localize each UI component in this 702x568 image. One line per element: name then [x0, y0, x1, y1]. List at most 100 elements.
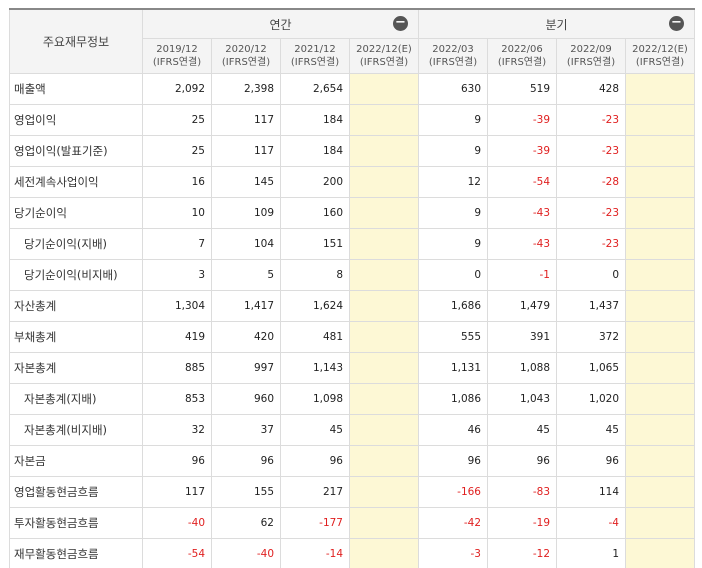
table-cell — [625, 228, 695, 260]
row-label: 영업이익 — [9, 104, 143, 136]
table-row: 자본총계(지배) 853 960 1,098 1,086 1,043 1,020 — [9, 383, 695, 415]
column-basis: (IFRS연결) — [497, 57, 547, 68]
table-cell: -23 — [556, 135, 626, 167]
column-header: 2022/09 (IFRS연결) — [556, 38, 626, 74]
table-cell: 1,304 — [142, 290, 212, 322]
row-label: 자본총계(지배) — [9, 383, 143, 415]
table-cell: 62 — [211, 507, 281, 539]
row-label: 자본총계(비지배) — [9, 414, 143, 446]
table-cell: 555 — [418, 321, 488, 353]
column-period: 2022/09 — [570, 44, 612, 55]
row-label: 매출액 — [9, 73, 143, 105]
table-cell: 1,065 — [556, 352, 626, 384]
table-cell: 9 — [418, 135, 488, 167]
column-basis: (IFRS연결) — [290, 57, 340, 68]
table-cell: 853 — [142, 383, 212, 415]
table-cell: 1,437 — [556, 290, 626, 322]
table-cell: -39 — [487, 104, 557, 136]
row-label: 투자활동현금흐름 — [9, 507, 143, 539]
column-basis: (IFRS연결) — [635, 57, 685, 68]
table-cell — [625, 104, 695, 136]
table-row: 투자활동현금흐름 -40 62 -177 -42 -19 -4 — [9, 507, 695, 539]
table-cell: 117 — [211, 135, 281, 167]
table-cell: 372 — [556, 321, 626, 353]
table-cell — [349, 228, 419, 260]
minus-circle-icon[interactable]: − — [669, 16, 684, 31]
column-header: 2019/12 (IFRS연결) — [142, 38, 212, 74]
table-cell: 1,043 — [487, 383, 557, 415]
financial-table: 주요재무정보 연간 − 분기 − 2019/12 (IFRS연결) 2020/12 (… — [9, 8, 695, 568]
table-cell: 9 — [418, 197, 488, 229]
table-cell: 1,098 — [280, 383, 350, 415]
table-cell: 16 — [142, 166, 212, 198]
table-cell: -3 — [418, 538, 488, 568]
table-cell — [625, 321, 695, 353]
table-cell: 145 — [211, 166, 281, 198]
column-period: 2020/12 — [225, 44, 267, 55]
table-cell: -177 — [280, 507, 350, 539]
table-cell: 104 — [211, 228, 281, 260]
table-cell — [625, 538, 695, 568]
table-cell: 1,624 — [280, 290, 350, 322]
column-header: 2022/12(E) (IFRS연결) — [625, 38, 695, 74]
table-cell: -40 — [142, 507, 212, 539]
table-row: 부채총계 419 420 481 555 391 372 — [9, 321, 695, 353]
row-label: 세전계속사업이익 — [9, 166, 143, 198]
table-cell: 1,143 — [280, 352, 350, 384]
table-cell: 96 — [280, 445, 350, 477]
table-cell — [349, 445, 419, 477]
table-cell: 96 — [556, 445, 626, 477]
table-cell: -54 — [487, 166, 557, 198]
column-period: 2022/06 — [501, 44, 543, 55]
table-cell: 420 — [211, 321, 281, 353]
column-period: 2021/12 — [294, 44, 336, 55]
table-cell: 2,092 — [142, 73, 212, 105]
table-cell: 1,479 — [487, 290, 557, 322]
table-cell: 5 — [211, 259, 281, 291]
table-cell: 1,086 — [418, 383, 488, 415]
table-cell: 1,020 — [556, 383, 626, 415]
table-cell — [625, 197, 695, 229]
table-cell: 45 — [556, 414, 626, 446]
table-cell — [349, 507, 419, 539]
table-cell: -42 — [418, 507, 488, 539]
table-cell: 12 — [418, 166, 488, 198]
table-cell: 32 — [142, 414, 212, 446]
table-cell: 45 — [280, 414, 350, 446]
table-cell: 8 — [280, 259, 350, 291]
table-row: 당기순이익(비지배) 3 5 8 0 -1 0 — [9, 259, 695, 291]
row-label: 자산총계 — [9, 290, 143, 322]
table-cell: 217 — [280, 476, 350, 508]
table-cell — [349, 383, 419, 415]
table-row: 당기순이익 10 109 160 9 -43 -23 — [9, 197, 695, 229]
minus-circle-icon[interactable]: − — [393, 16, 408, 31]
table-cell: -23 — [556, 197, 626, 229]
table-cell: 46 — [418, 414, 488, 446]
table-body: 매출액 2,092 2,398 2,654 630 519 428 영업이익 25 117 184 9… — [9, 73, 695, 568]
table-cell: 1,417 — [211, 290, 281, 322]
table-cell: 481 — [280, 321, 350, 353]
table-cell: 630 — [418, 73, 488, 105]
row-label: 재무활동현금흐름 — [9, 538, 143, 568]
table-cell: -23 — [556, 104, 626, 136]
table-cell: 419 — [142, 321, 212, 353]
table-cell — [625, 476, 695, 508]
table-cell: 0 — [556, 259, 626, 291]
row-label: 자본금 — [9, 445, 143, 477]
group-annual-label: 연간 — [269, 17, 292, 32]
table-cell: 117 — [211, 104, 281, 136]
table-cell: 96 — [487, 445, 557, 477]
column-header: 2021/12 (IFRS연결) — [280, 38, 350, 74]
table-cell: 184 — [280, 135, 350, 167]
table-cell: 997 — [211, 352, 281, 384]
table-cell — [625, 135, 695, 167]
group-annual: 연간 − — [142, 8, 419, 39]
table-cell — [625, 259, 695, 291]
table-cell: -23 — [556, 228, 626, 260]
table-cell — [625, 383, 695, 415]
table-cell: -40 — [211, 538, 281, 568]
table-cell — [349, 476, 419, 508]
table-row: 자산총계 1,304 1,417 1,624 1,686 1,479 1,437 — [9, 290, 695, 322]
column-basis: (IFRS연결) — [428, 57, 478, 68]
header-label: 주요재무정보 — [9, 8, 143, 74]
